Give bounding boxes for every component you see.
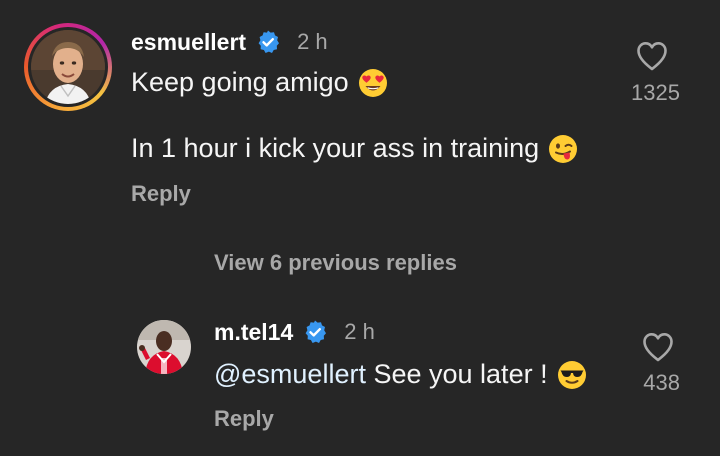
reply-button[interactable]: Reply [131,181,191,207]
comment-text-line: Keep going amigo [131,67,349,97]
avatar [31,30,105,104]
heart-outline-icon[interactable] [641,331,675,363]
verified-badge-icon [255,29,281,55]
comment-header: m.tel14 2 h [214,316,375,348]
comment-text: Keep going amigo [131,67,388,98]
winking-tongue-emoji-icon [548,134,578,164]
comment-text: @esmuellert See you later ! [214,359,587,390]
comment-text-line: In 1 hour i kick your ass in training [131,133,540,163]
timestamp: 2 h [297,29,328,54]
username[interactable]: m.tel14 [214,319,293,346]
comment-text-line: See you later ! [365,359,548,389]
view-previous-replies-button[interactable]: View 6 previous replies [214,250,457,276]
like-count: 438 [643,370,680,395]
verified-badge-icon [302,319,328,345]
mention-link[interactable]: @esmuellert [214,359,366,390]
comment-thread: esmuellert 2 h Keep going amigo In 1 hou… [0,0,720,456]
avatar[interactable] [137,320,191,374]
comment-text: In 1 hour i kick your ass in training [131,133,578,164]
avatar-story-ring[interactable] [24,23,112,111]
sunglasses-emoji-icon [557,360,587,390]
reply-button[interactable]: Reply [214,406,274,432]
comment-header: esmuellert 2 h [131,26,328,58]
like-count: 1325 [631,80,680,105]
heart-eyes-emoji-icon [358,68,388,98]
heart-outline-icon[interactable] [635,40,669,72]
username[interactable]: esmuellert [131,29,246,56]
timestamp: 2 h [344,319,375,344]
